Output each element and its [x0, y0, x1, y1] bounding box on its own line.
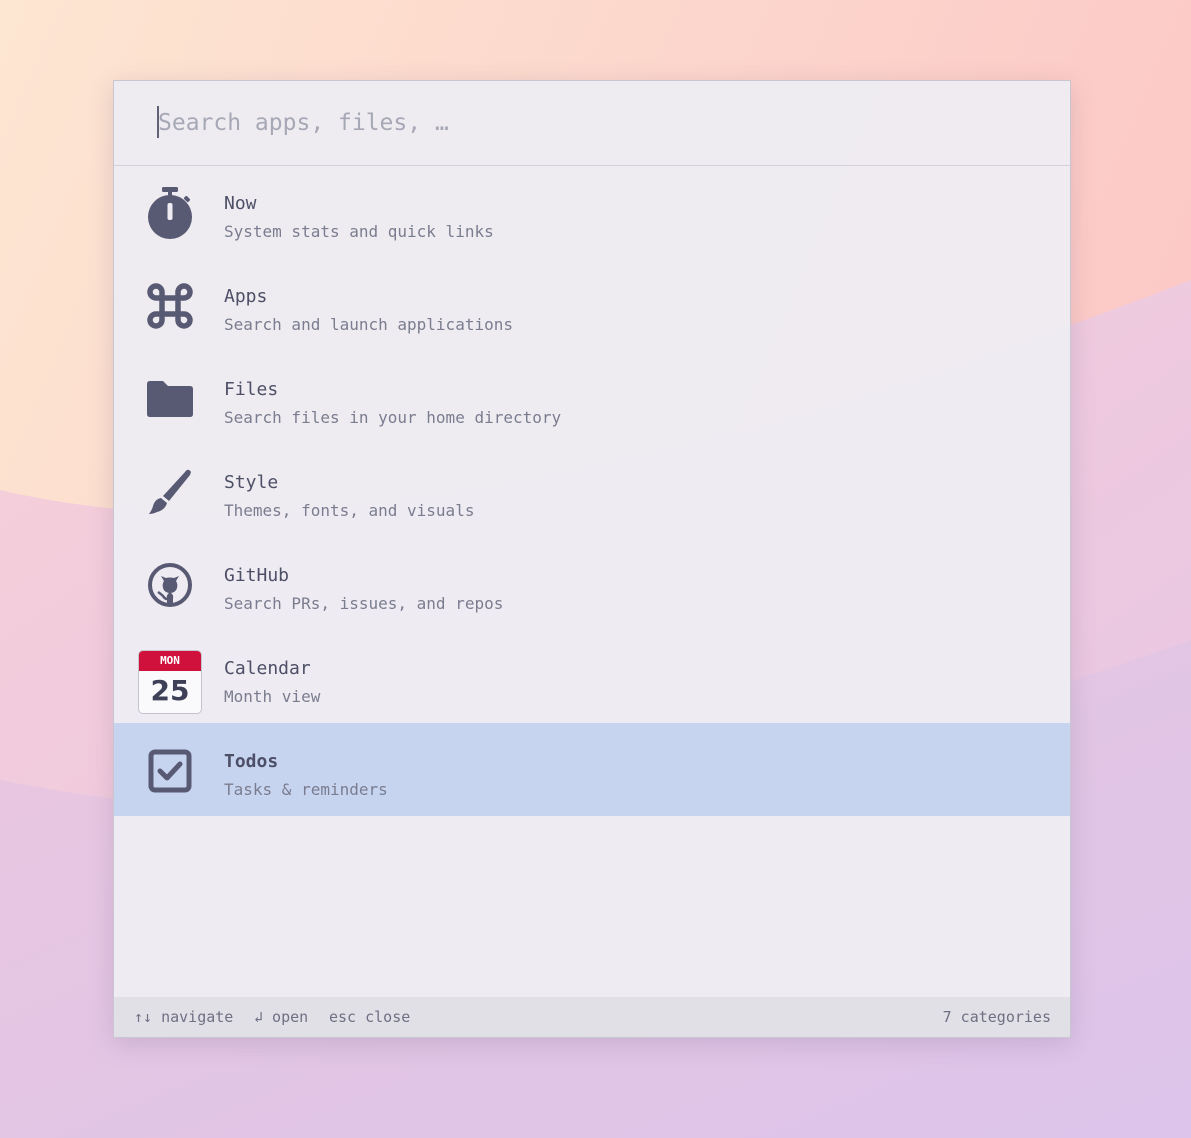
- category-count: 7 categories: [942, 1008, 1051, 1026]
- category-title: Files: [224, 379, 279, 400]
- stopwatch-icon: [138, 185, 202, 241]
- category-item-todos[interactable]: Todos Tasks & reminders: [114, 723, 1070, 816]
- command-icon: [138, 278, 202, 334]
- category-title: Apps: [224, 286, 268, 307]
- github-icon: [138, 557, 202, 613]
- footer-bar: ↑↓ navigate ↲ open esc close 7 categorie…: [114, 997, 1070, 1037]
- calendar-icon: MON 25: [138, 650, 202, 714]
- category-title: GitHub: [224, 565, 290, 586]
- calendar-day: 25: [150, 674, 190, 707]
- launcher-window: Now System stats and quick links Apps Se…: [113, 80, 1071, 1038]
- category-item-github[interactable]: GitHub Search PRs, issues, and repos: [114, 537, 1070, 630]
- category-item-apps[interactable]: Apps Search and launch applications: [114, 258, 1070, 351]
- category-list: Now System stats and quick links Apps Se…: [114, 165, 1070, 816]
- category-item-now[interactable]: Now System stats and quick links: [114, 165, 1070, 258]
- calendar-weekday: MON: [139, 651, 201, 671]
- category-subtitle: System stats and quick links: [224, 222, 494, 241]
- category-title: Calendar: [224, 658, 311, 679]
- search-input[interactable]: [158, 101, 1038, 145]
- search-bar: [114, 81, 1070, 166]
- category-title: Todos: [224, 751, 279, 772]
- category-subtitle: Search PRs, issues, and repos: [224, 594, 504, 613]
- category-subtitle: Tasks & reminders: [224, 780, 388, 799]
- category-subtitle: Month view: [224, 687, 321, 706]
- category-item-style[interactable]: Style Themes, fonts, and visuals: [114, 444, 1070, 537]
- category-item-calendar[interactable]: MON 25 Calendar Month view: [114, 630, 1070, 723]
- category-subtitle: Search files in your home directory: [224, 408, 562, 427]
- hint-close: esc close: [329, 1008, 411, 1026]
- hint-open: ↲ open: [254, 1008, 309, 1026]
- category-subtitle: Search and launch applications: [224, 315, 513, 334]
- paintbrush-icon: [138, 464, 202, 520]
- category-subtitle: Themes, fonts, and visuals: [224, 501, 475, 520]
- checkbox-icon: [138, 743, 202, 799]
- category-title: Style: [224, 472, 279, 493]
- category-item-files[interactable]: Files Search files in your home director…: [114, 351, 1070, 444]
- category-title: Now: [224, 193, 257, 214]
- hint-navigate: ↑↓ navigate: [134, 1008, 234, 1026]
- folder-icon: [138, 371, 202, 427]
